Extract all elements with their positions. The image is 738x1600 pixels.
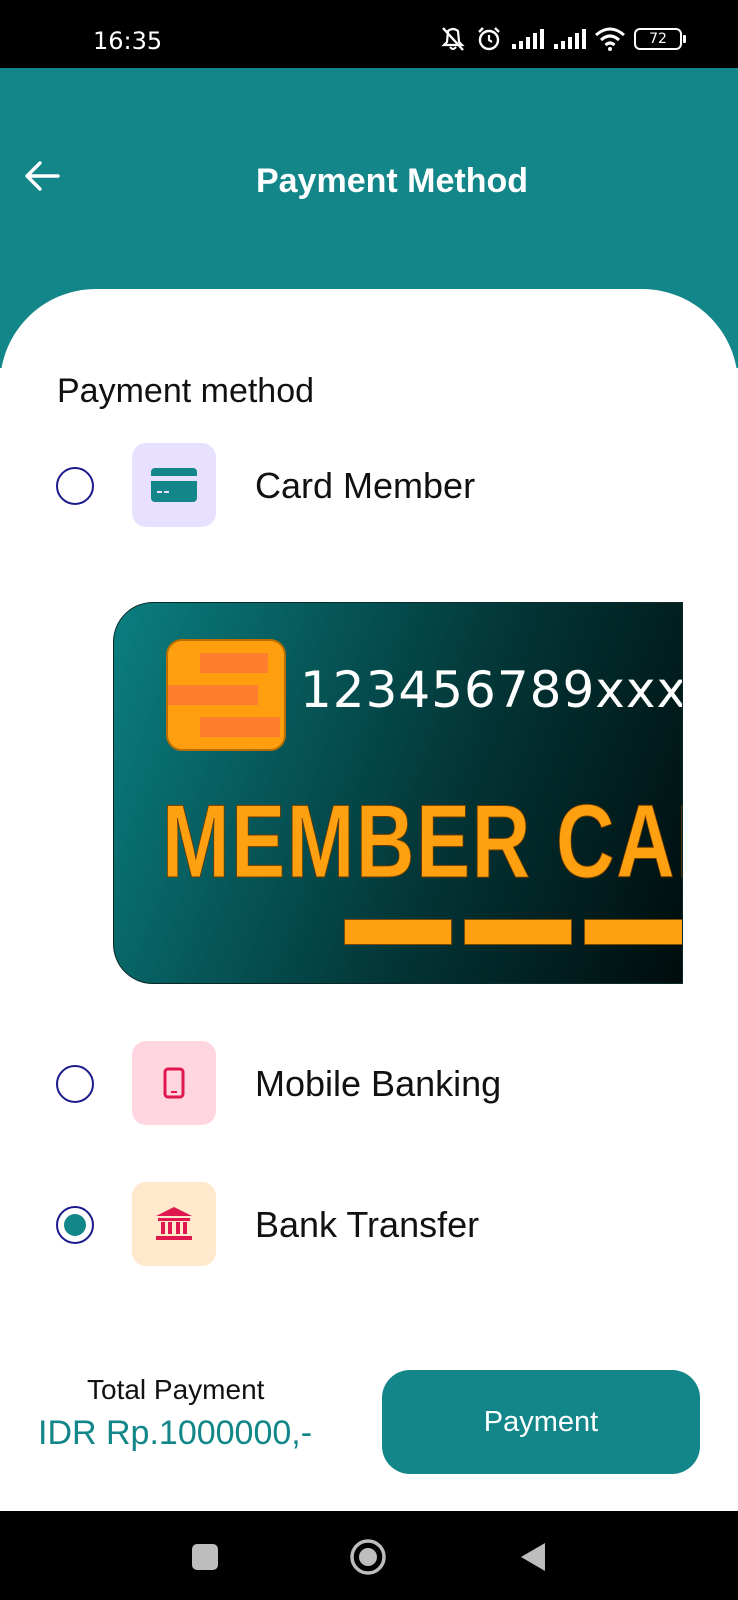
option-label: Bank Transfer	[255, 1204, 480, 1245]
card-logo-icon	[166, 639, 286, 751]
card-dash	[344, 919, 452, 945]
total-payment-label: Total Payment	[87, 1374, 265, 1405]
status-time: 16:35	[93, 27, 163, 55]
radio-card-member[interactable]	[56, 467, 94, 505]
card-title: MEMBER CARD	[162, 784, 682, 901]
page-title: Payment Method	[255, 162, 529, 200]
card-dash	[584, 919, 682, 945]
payment-option-mobile-banking[interactable]: Mobile Banking	[0, 1041, 738, 1127]
section-label: Payment method	[57, 372, 315, 410]
system-nav-bar	[0, 1511, 738, 1600]
radio-bank-transfer[interactable]	[56, 1206, 94, 1244]
member-card: 123456789xxxx MEMBER CARD	[113, 602, 683, 984]
mobile-phone-icon	[132, 1041, 216, 1125]
signal-icon	[552, 28, 586, 50]
signal-icon	[510, 28, 544, 50]
payment-option-card-member[interactable]: Card Member	[0, 443, 738, 529]
option-label: Card Member	[255, 465, 476, 506]
payment-button-label: Payment	[483, 1405, 599, 1438]
bank-icon	[132, 1182, 216, 1266]
total-payment-value: IDR Rp.1000000,-	[38, 1414, 313, 1452]
payment-button[interactable]: Payment	[382, 1370, 700, 1474]
card-number: 123456789xxxx	[300, 661, 683, 719]
home-icon[interactable]	[348, 1537, 388, 1577]
alarm-icon	[476, 26, 502, 52]
recent-apps-icon[interactable]	[185, 1537, 225, 1577]
radio-mobile-banking[interactable]	[56, 1065, 94, 1103]
credit-card-icon	[132, 443, 216, 527]
wifi-icon	[594, 27, 626, 51]
option-label: Mobile Banking	[255, 1063, 502, 1104]
mute-icon	[438, 26, 468, 52]
status-icons: 72	[438, 26, 686, 52]
card-dash	[464, 919, 572, 945]
status-bar: 16:35 72	[0, 0, 738, 68]
back-triangle-icon[interactable]	[513, 1537, 553, 1577]
payment-option-bank-transfer[interactable]: Bank Transfer	[0, 1182, 738, 1268]
battery-icon: 72	[634, 28, 686, 50]
